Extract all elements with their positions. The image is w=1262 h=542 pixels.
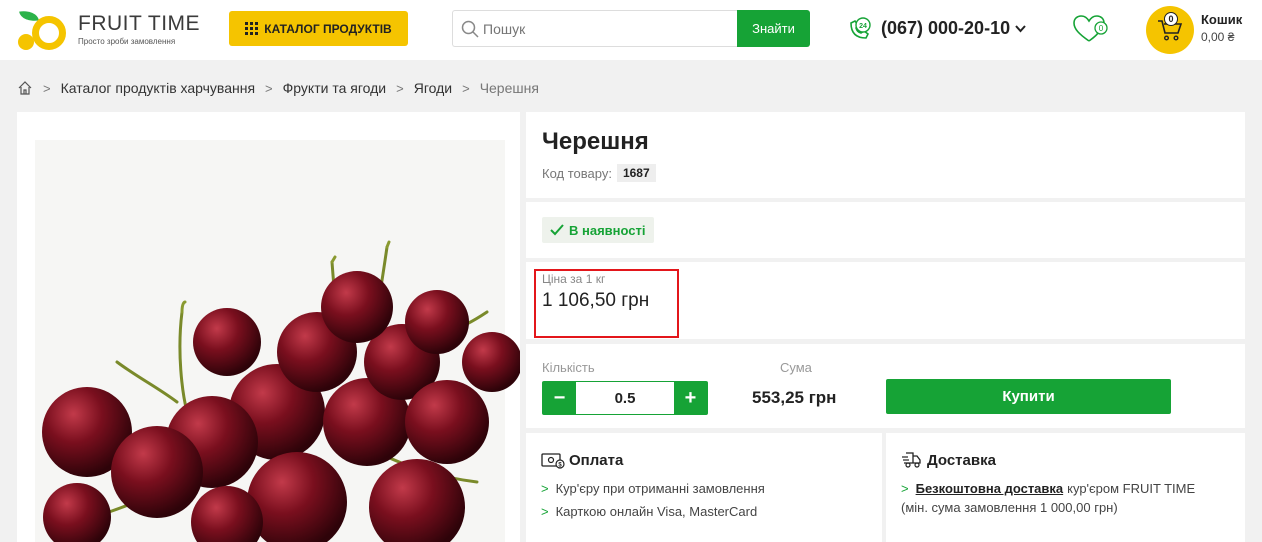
- catalog-button[interactable]: КАТАЛОГ ПРОДУКТІВ: [229, 11, 408, 46]
- phone-number[interactable]: (067) 000-20-10: [881, 18, 1026, 39]
- increase-button[interactable]: +: [674, 382, 707, 414]
- delivery-title: Доставка: [927, 451, 996, 469]
- cherries-image: [35, 140, 520, 542]
- logo-subtitle: Просто зроби замовлення: [78, 37, 176, 46]
- breadcrumb-current: Черешня: [479, 80, 539, 96]
- phone-text: (067) 000-20-10: [881, 18, 1011, 38]
- product-image[interactable]: [17, 112, 520, 542]
- payment-heading: $ Оплата: [541, 451, 623, 469]
- cart-label[interactable]: Кошик: [1201, 12, 1242, 27]
- cart-sum: 0,00 ₴: [1201, 30, 1235, 44]
- payment-item-label: Карткою онлайн Visa, MasterCard: [555, 504, 758, 519]
- price-value: 1 106,50 грн: [542, 290, 650, 311]
- phone-24-icon[interactable]: 24: [846, 15, 874, 43]
- sum-value: 553,25 грн: [752, 388, 837, 407]
- wishlist-heart-icon[interactable]: 0: [1071, 13, 1109, 45]
- product-title: Черешня: [542, 128, 649, 155]
- payment-panel: $ Оплата > Кур'єру при отриманні замовле…: [526, 433, 882, 542]
- chevron-right-icon: >: [462, 80, 470, 96]
- payment-item: > Карткою онлайн Visa, MasterCard: [541, 504, 757, 519]
- check-icon: [550, 224, 564, 236]
- delivery-panel: Доставка > Безкоштовна доставка кур'єром…: [886, 433, 1245, 542]
- breadcrumb-item[interactable]: Ягоди: [414, 80, 452, 96]
- delivery-item: > Безкоштовна доставка кур'єром FRUIT TI…: [901, 481, 1195, 496]
- chevron-right-icon: >: [43, 80, 51, 96]
- search-icon: [461, 20, 479, 38]
- delivery-note: (мін. сума замовлення 1 000,00 грн): [901, 500, 1118, 515]
- price-label: Ціна за 1 кг: [542, 272, 606, 286]
- product-code: 1687: [616, 164, 656, 182]
- svg-text:24: 24: [859, 23, 867, 30]
- decrease-button[interactable]: −: [543, 382, 576, 414]
- product-code-label: Код товару:: [542, 165, 612, 181]
- quantity-panel: Кількість Сума − 0.5 + 553,25 грн Купити: [526, 344, 1245, 428]
- chevron-right-icon: >: [265, 80, 273, 96]
- chevron-right-icon: >: [396, 80, 404, 96]
- chevron-right-icon: >: [901, 481, 909, 496]
- chevron-right-icon: >: [541, 481, 549, 496]
- product-title-panel: Черешня Код товару: 1687: [526, 112, 1245, 198]
- in-stock-label: В наявності: [569, 222, 646, 238]
- search-button[interactable]: Знайти: [737, 10, 810, 47]
- breadcrumb-item[interactable]: Фрукти та ягоди: [283, 80, 386, 96]
- breadcrumb-item[interactable]: Каталог продуктів харчування: [61, 80, 255, 96]
- price-panel: Ціна за 1 кг 1 106,50 грн: [526, 262, 1245, 339]
- home-icon[interactable]: [17, 80, 33, 96]
- chevron-down-icon: [1015, 24, 1026, 32]
- free-delivery-link[interactable]: Безкоштовна доставка: [916, 481, 1064, 496]
- breadcrumb: > Каталог продуктів харчування > Фрукти …: [17, 78, 539, 98]
- site-header: FRUIT TIME Просто зроби замовлення КАТАЛ…: [0, 0, 1262, 60]
- payment-item-label: Кур'єру при отриманні замовлення: [555, 481, 765, 496]
- product-code-row: Код товару: 1687: [542, 164, 656, 182]
- sum-label: Сума: [780, 360, 812, 375]
- svg-text:0: 0: [1099, 24, 1104, 33]
- quantity-label: Кількість: [542, 360, 595, 375]
- catalog-button-label: КАТАЛОГ ПРОДУКТІВ: [264, 21, 392, 36]
- payment-item: > Кур'єру при отриманні замовлення: [541, 481, 765, 496]
- logo-icon: [16, 8, 74, 52]
- quantity-stepper: − 0.5 +: [542, 381, 708, 415]
- delivery-truck-icon: [902, 452, 921, 468]
- search-input[interactable]: [483, 20, 723, 37]
- buy-button[interactable]: Купити: [886, 379, 1171, 414]
- delivery-heading: Доставка: [901, 451, 996, 469]
- cart-count-badge: 0: [1164, 12, 1178, 26]
- logo[interactable]: FRUIT TIME Просто зроби замовлення: [16, 8, 211, 52]
- delivery-text: кур'єром FRUIT TIME: [1067, 481, 1196, 496]
- quantity-input[interactable]: 0.5: [576, 382, 674, 414]
- wallet-icon: $: [541, 453, 565, 469]
- chevron-right-icon: >: [541, 504, 549, 519]
- payment-title: Оплата: [569, 451, 624, 469]
- in-stock-badge: В наявності: [542, 217, 654, 243]
- search-box: [452, 10, 738, 47]
- logo-title: FRUIT TIME: [78, 12, 201, 35]
- delivery-note-text: (мін. сума замовлення 1 000,00 грн): [901, 500, 1118, 515]
- stock-panel: В наявності: [526, 202, 1245, 258]
- grid-icon: [245, 22, 259, 35]
